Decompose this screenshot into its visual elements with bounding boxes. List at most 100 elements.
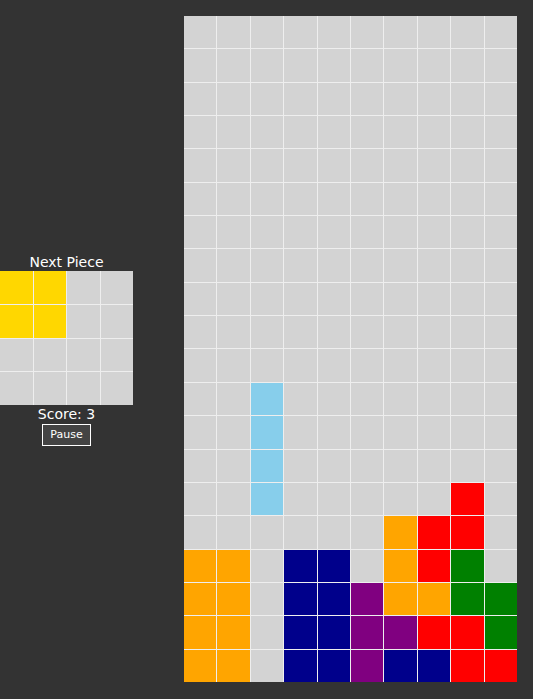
- cell: [384, 516, 416, 548]
- cell: [284, 550, 316, 582]
- cell: [351, 183, 383, 215]
- cell: [418, 49, 450, 81]
- cell: [384, 83, 416, 115]
- cell: [67, 372, 100, 405]
- cell: [251, 650, 283, 682]
- cell: [34, 305, 67, 338]
- cell: [318, 16, 350, 48]
- cell: [418, 516, 450, 548]
- next-piece-preview: [0, 271, 133, 405]
- cell: [217, 516, 249, 548]
- cell: [184, 416, 216, 448]
- cell: [451, 550, 483, 582]
- cell: [217, 116, 249, 148]
- cell: [318, 349, 350, 381]
- pause-button[interactable]: Pause: [42, 424, 91, 446]
- cell: [184, 450, 216, 482]
- cell: [284, 216, 316, 248]
- cell: [485, 583, 517, 615]
- cell: [184, 183, 216, 215]
- cell: [451, 516, 483, 548]
- cell: [251, 450, 283, 482]
- cell: [184, 216, 216, 248]
- cell: [418, 149, 450, 181]
- cell: [351, 483, 383, 515]
- cell: [318, 483, 350, 515]
- cell: [184, 516, 216, 548]
- cell: [284, 49, 316, 81]
- cell: [251, 516, 283, 548]
- cell: [67, 305, 100, 338]
- cell: [351, 650, 383, 682]
- cell: [318, 216, 350, 248]
- cell: [418, 216, 450, 248]
- cell: [318, 416, 350, 448]
- cell: [184, 283, 216, 315]
- cell: [451, 583, 483, 615]
- cell: [451, 416, 483, 448]
- cell: [217, 149, 249, 181]
- cell: [384, 383, 416, 415]
- cell: [351, 349, 383, 381]
- cell: [101, 372, 134, 405]
- cell: [451, 316, 483, 348]
- cell: [451, 249, 483, 281]
- cell: [318, 116, 350, 148]
- cell: [384, 249, 416, 281]
- cell: [485, 550, 517, 582]
- cell: [485, 183, 517, 215]
- cell: [351, 249, 383, 281]
- cell: [451, 383, 483, 415]
- cell: [34, 271, 67, 304]
- cell: [384, 49, 416, 81]
- cell: [284, 416, 316, 448]
- cell: [351, 316, 383, 348]
- cell: [485, 650, 517, 682]
- cell: [251, 483, 283, 515]
- cell: [318, 283, 350, 315]
- cell: [251, 16, 283, 48]
- cell: [217, 283, 249, 315]
- cell: [418, 16, 450, 48]
- cell: [351, 116, 383, 148]
- cell: [251, 83, 283, 115]
- cell: [485, 83, 517, 115]
- cell: [217, 183, 249, 215]
- cell: [351, 583, 383, 615]
- cell: [384, 450, 416, 482]
- cell: [351, 616, 383, 648]
- cell: [251, 216, 283, 248]
- cell: [318, 249, 350, 281]
- cell: [485, 283, 517, 315]
- cell: [418, 316, 450, 348]
- cell: [485, 16, 517, 48]
- cell: [485, 149, 517, 181]
- cell: [284, 83, 316, 115]
- cell: [284, 583, 316, 615]
- cell: [418, 550, 450, 582]
- cell: [451, 349, 483, 381]
- cell: [318, 149, 350, 181]
- cell: [384, 416, 416, 448]
- cell: [0, 372, 33, 405]
- cell: [284, 283, 316, 315]
- cell: [451, 616, 483, 648]
- cell: [184, 616, 216, 648]
- cell: [384, 149, 416, 181]
- cell: [351, 16, 383, 48]
- cell: [251, 583, 283, 615]
- cell: [384, 283, 416, 315]
- cell: [34, 339, 67, 372]
- cell: [217, 650, 249, 682]
- cell: [67, 339, 100, 372]
- cell: [217, 416, 249, 448]
- cell: [451, 49, 483, 81]
- cell: [451, 650, 483, 682]
- cell: [217, 316, 249, 348]
- cell: [251, 550, 283, 582]
- cell: [0, 271, 33, 304]
- cell: [284, 16, 316, 48]
- cell: [217, 83, 249, 115]
- cell: [318, 49, 350, 81]
- cell: [251, 116, 283, 148]
